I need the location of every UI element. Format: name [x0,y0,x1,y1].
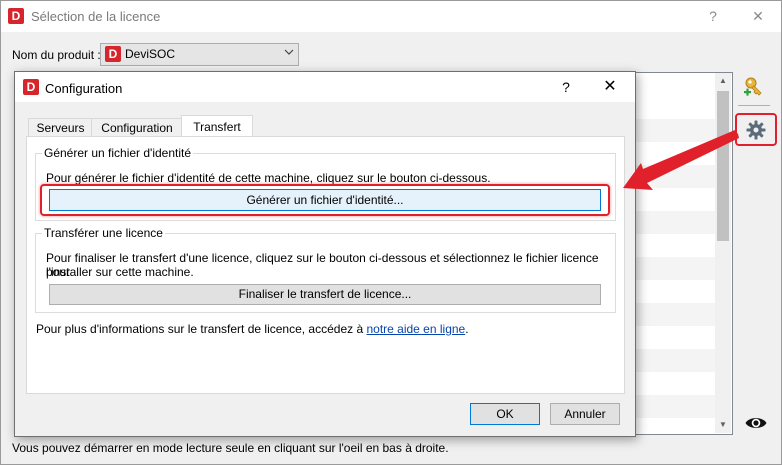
tab-transfert[interactable]: Transfert [181,115,253,138]
generate-group-legend: Générer un fichier d'identité [42,146,194,160]
configuration-dialog: D Configuration ? ✕ Serveurs Configurati… [14,71,636,437]
dialog-close-button[interactable]: ✕ [599,77,621,97]
dialog-titlebar: D Configuration ? ✕ [15,72,635,102]
help-info-prefix: Pour plus d'informations sur le transfer… [36,322,367,336]
product-logo-icon: D [105,46,121,62]
scroll-up-icon[interactable]: ▲ [718,76,728,86]
dialog-logo-icon: D [23,79,39,95]
help-info-suffix: . [465,322,469,336]
window-help-button[interactable]: ? [698,6,728,26]
generate-instructions: Pour générer le fichier d'identité de ce… [46,171,491,185]
window-close-button[interactable]: ✕ [743,6,773,26]
window-title: Sélection de la licence [31,9,161,24]
transfert-tab-panel: Générer un fichier d'identité Pour génér… [26,136,625,394]
product-select-value: DeviSOC [125,47,176,61]
transfer-license-group: Transférer une licence Pour finaliser le… [35,226,616,313]
readonly-hint-text: Vous pouvez démarrer en mode lecture seu… [12,441,449,455]
scroll-down-icon[interactable]: ▼ [718,420,728,430]
tab-configuration[interactable]: Configuration [91,118,183,137]
tab-serveurs[interactable]: Serveurs [28,118,93,137]
transfer-group-legend: Transférer une licence [42,226,165,240]
add-key-icon[interactable] [742,75,766,99]
help-info-text: Pour plus d'informations sur le transfer… [36,322,469,336]
eye-icon[interactable] [744,411,768,435]
product-label: Nom du produit : [12,48,101,62]
generate-identity-group: Générer un fichier d'identité Pour génér… [35,146,616,221]
online-help-link[interactable]: notre aide en ligne [366,322,465,336]
cancel-button[interactable]: Annuler [550,403,620,425]
ok-button[interactable]: OK [470,403,540,425]
dialog-title: Configuration [45,81,123,96]
transfer-instructions-line2: l'installer sur cette machine. [46,265,194,279]
gear-icon[interactable] [744,118,768,142]
red-arrow-annotation [623,130,739,190]
chevron-down-icon [284,49,294,55]
toolbar-separator [738,105,770,106]
dialog-help-button[interactable]: ? [555,77,577,97]
list-scrollbar[interactable]: ▲ ▼ [715,73,731,433]
generate-identity-button[interactable]: Générer un fichier d'identité... [49,189,601,211]
finalize-transfer-button[interactable]: Finaliser le transfert de licence... [49,284,601,305]
product-select[interactable]: D DeviSOC [100,43,299,66]
window-titlebar: D Sélection de la licence ? ✕ [1,1,781,32]
devisoc-logo-icon: D [8,8,24,24]
